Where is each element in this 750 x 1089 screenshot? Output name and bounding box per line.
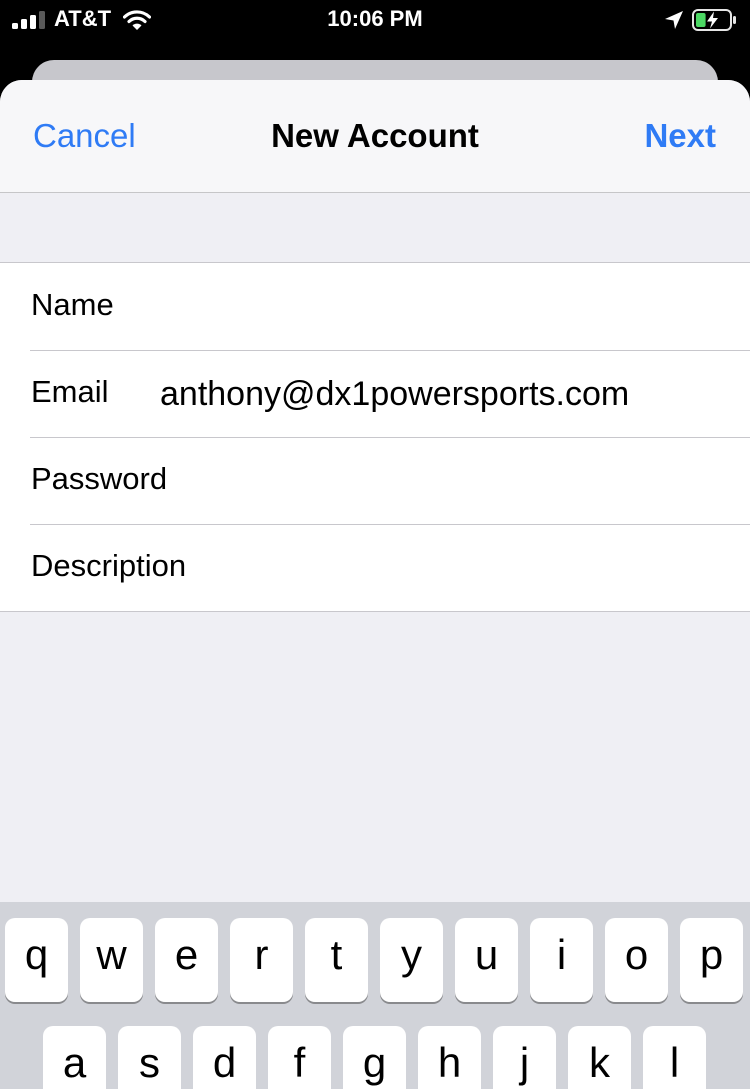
key-j[interactable]: j bbox=[493, 1026, 556, 1089]
key-o[interactable]: o bbox=[605, 918, 668, 1002]
key-d[interactable]: d bbox=[193, 1026, 256, 1089]
key-w[interactable]: w bbox=[80, 918, 143, 1002]
key-s[interactable]: s bbox=[118, 1026, 181, 1089]
key-t[interactable]: t bbox=[305, 918, 368, 1002]
new-account-sheet: Cancel New Account Next Name Email antho… bbox=[0, 80, 750, 1089]
form-row-email: Email anthony@dx1powersports.com bbox=[0, 350, 750, 437]
battery-charging-icon bbox=[692, 9, 738, 31]
navigation-bar: Cancel New Account Next bbox=[0, 80, 750, 193]
keyboard: q w e r t y u i o p a s d f g h j k l bbox=[0, 902, 750, 1089]
description-label: Description bbox=[31, 548, 187, 583]
key-u[interactable]: u bbox=[455, 918, 518, 1002]
key-a[interactable]: a bbox=[43, 1026, 106, 1089]
status-time: 10:06 PM bbox=[327, 6, 423, 31]
key-q[interactable]: q bbox=[5, 918, 68, 1002]
key-l[interactable]: l bbox=[643, 1026, 706, 1089]
key-g[interactable]: g bbox=[343, 1026, 406, 1089]
key-i[interactable]: i bbox=[530, 918, 593, 1002]
email-label: Email bbox=[31, 374, 109, 409]
cancel-button[interactable]: Cancel bbox=[33, 116, 136, 156]
form-row-name: Name bbox=[0, 263, 750, 350]
form-row-password: Password bbox=[0, 437, 750, 524]
password-label: Password bbox=[31, 461, 168, 496]
location-arrow-icon bbox=[664, 10, 684, 30]
form-row-description: Description bbox=[0, 524, 750, 611]
key-r[interactable]: r bbox=[230, 918, 293, 1002]
key-h[interactable]: h bbox=[418, 1026, 481, 1089]
email-field[interactable]: anthony@dx1powersports.com bbox=[160, 374, 730, 414]
next-button[interactable]: Next bbox=[644, 116, 716, 156]
key-k[interactable]: k bbox=[568, 1026, 631, 1089]
key-p[interactable]: p bbox=[680, 918, 743, 1002]
name-label: Name bbox=[31, 287, 114, 322]
key-f[interactable]: f bbox=[268, 1026, 331, 1089]
account-form: Name Email anthony@dx1powersports.com Pa… bbox=[0, 262, 750, 612]
status-bar: AT&T 10:06 PM bbox=[0, 0, 750, 40]
key-y[interactable]: y bbox=[380, 918, 443, 1002]
key-e[interactable]: e bbox=[155, 918, 218, 1002]
